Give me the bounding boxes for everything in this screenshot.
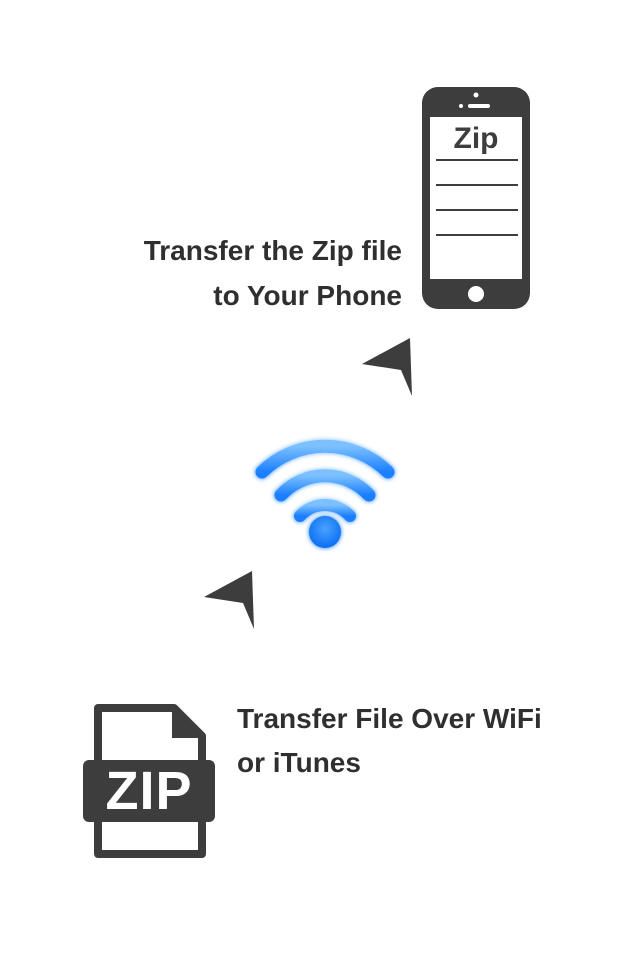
step-bottom-line2: or iTunes (237, 747, 361, 778)
arrow-up-right-icon (204, 571, 254, 629)
arrow-up-right-icon (362, 338, 412, 396)
phone-screen-title: Zip (453, 122, 499, 155)
step-top-caption: Transfer the Zip file to Your Phone (80, 228, 402, 318)
step-top-line2: to Your Phone (213, 280, 402, 311)
wifi-icon (255, 439, 395, 548)
zip-file-label: ZIP (105, 761, 193, 821)
step-bottom-caption: Transfer File Over WiFi or iTunes (237, 697, 597, 785)
step-top-line1: Transfer the Zip file (143, 235, 402, 266)
step-bottom-line1: Transfer File Over WiFi (237, 703, 542, 734)
